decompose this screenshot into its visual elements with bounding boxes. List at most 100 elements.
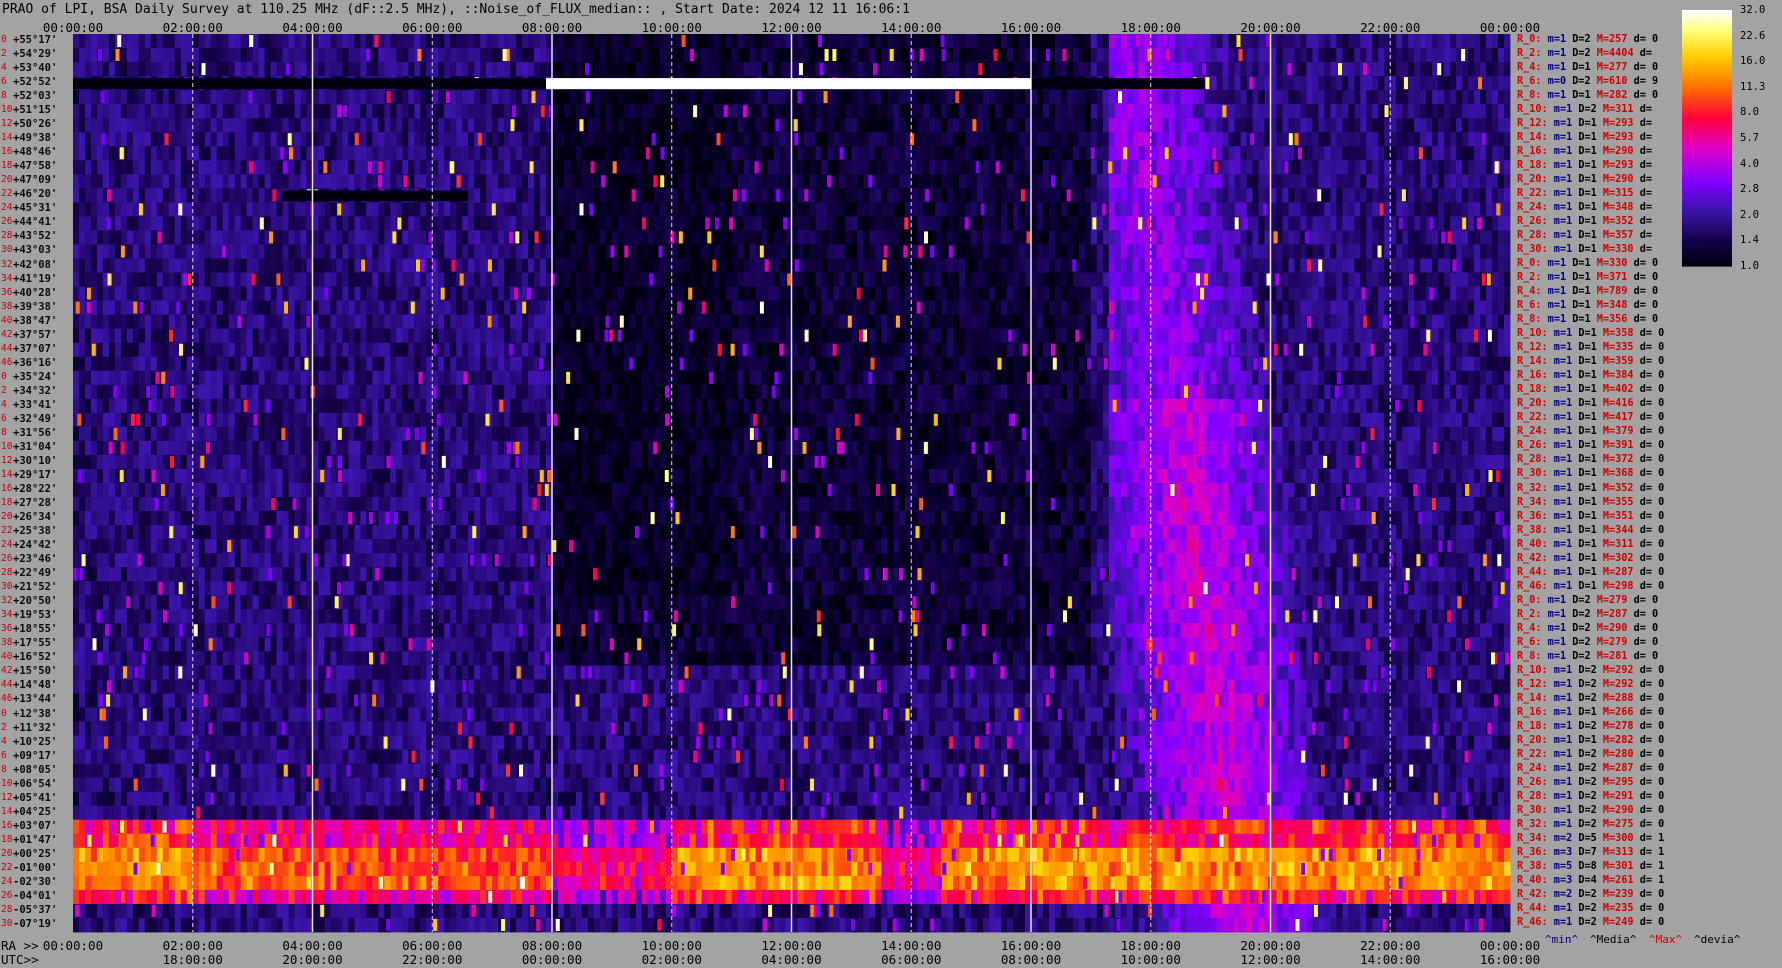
heatmap-cell <box>1060 174 1068 189</box>
heatmap-cell <box>258 132 265 147</box>
heatmap-cell <box>1168 188 1176 203</box>
heatmap-cell <box>1336 230 1343 245</box>
heatmap-cell <box>1198 118 1206 133</box>
heatmap-cell <box>581 174 589 189</box>
heatmap-cell <box>989 188 996 203</box>
heatmap-cell <box>432 244 439 259</box>
heatmap-cell <box>408 244 415 259</box>
heatmap-cell <box>893 230 900 245</box>
heatmap-cell <box>1060 104 1068 119</box>
heatmap-cell <box>1270 90 1277 105</box>
heatmap-cell <box>102 34 110 49</box>
heatmap-cell <box>1192 202 1200 217</box>
heatmap-cell <box>420 174 427 189</box>
heatmap-cell <box>749 48 756 63</box>
heatmap-cell <box>354 118 361 133</box>
heatmap-cell <box>492 160 499 175</box>
heatmap-cell <box>659 272 667 287</box>
heatmap-cell <box>611 314 619 330</box>
heatmap-cell <box>540 300 547 316</box>
heatmap-cell <box>611 258 619 273</box>
heatmap-cell <box>869 314 876 330</box>
heatmap-cell <box>1402 90 1409 105</box>
heatmap-cell <box>665 118 673 133</box>
heatmap-cell <box>911 202 918 217</box>
heatmap-cell <box>959 146 966 161</box>
heatmap-cell <box>923 62 930 77</box>
heatmap-cell <box>1450 244 1457 259</box>
heatmap-cell <box>432 90 439 105</box>
heatmap-cell <box>360 132 367 147</box>
heatmap-cell <box>1270 300 1277 316</box>
heatmap-cell <box>270 160 277 175</box>
heatmap-cell <box>773 300 780 316</box>
heatmap-cell <box>1084 174 1092 189</box>
heatmap-cell <box>1031 34 1038 49</box>
heatmap-cell <box>522 272 529 287</box>
heatmap-cell <box>228 174 236 189</box>
heatmap-cell <box>1240 90 1247 105</box>
heatmap-cell <box>677 216 685 231</box>
heatmap-cell <box>348 230 355 245</box>
heatmap-cell <box>1396 48 1403 63</box>
heatmap-cell <box>959 272 966 287</box>
heatmap-cell <box>575 34 583 49</box>
heatmap-cell <box>90 188 98 203</box>
heatmap-cell <box>989 216 996 231</box>
heatmap-cell <box>1031 202 1038 217</box>
heatmap-cell <box>791 146 798 161</box>
heatmap-cell <box>1432 272 1439 287</box>
heatmap-cell <box>935 258 942 273</box>
heatmap-cell <box>581 300 589 316</box>
heatmap-cell <box>456 216 463 231</box>
heatmap-cell <box>641 230 649 245</box>
heatmap-cell <box>414 146 421 161</box>
heatmap-cell <box>1228 202 1235 217</box>
heatmap-cell <box>1228 146 1235 161</box>
heatmap-cell <box>593 174 601 189</box>
heatmap-cell <box>851 202 858 217</box>
heatmap-cell <box>629 132 637 147</box>
heatmap-cell <box>102 286 110 301</box>
heatmap-cell <box>222 188 230 203</box>
heatmap-cell <box>731 174 739 189</box>
heatmap-cell <box>947 216 954 231</box>
heatmap-cell <box>953 118 960 133</box>
heatmap-cell <box>647 300 655 316</box>
heatmap-cell <box>1456 202 1463 217</box>
heatmap-cell <box>671 188 679 203</box>
heatmap-cell <box>396 90 403 105</box>
heatmap-cell <box>1390 216 1397 231</box>
heatmap-cell <box>701 160 709 175</box>
heatmap-cell <box>1366 216 1373 231</box>
heatmap-cell <box>84 62 92 77</box>
heatmap-cell <box>887 230 894 245</box>
heatmap-cell <box>983 300 990 316</box>
heatmap-cell <box>1384 230 1391 245</box>
heatmap-cell <box>1090 258 1098 273</box>
heatmap-cell <box>647 244 655 259</box>
heatmap-cell <box>1162 202 1170 217</box>
heatmap-cell <box>432 62 439 77</box>
heatmap-cell <box>611 272 619 287</box>
heatmap-cell <box>1456 146 1463 161</box>
heatmap-cell <box>935 286 942 301</box>
heatmap-cell <box>1300 258 1307 273</box>
heatmap-cell <box>162 286 170 301</box>
heatmap-cell <box>144 90 152 105</box>
heatmap-cell <box>1342 244 1349 259</box>
heatmap-cell <box>78 230 86 245</box>
heatmap-cell <box>1354 174 1361 189</box>
heatmap-cell <box>1216 258 1223 273</box>
heatmap-cell <box>1432 300 1439 316</box>
heatmap-cell <box>246 244 254 259</box>
heatmap-cell <box>1126 62 1134 77</box>
heatmap-cell <box>1252 188 1259 203</box>
heatmap-cell <box>557 34 565 49</box>
heatmap-cell <box>1324 62 1331 77</box>
heatmap-cell <box>552 48 559 63</box>
heatmap-cell <box>1288 160 1295 175</box>
heatmap-cell <box>402 90 409 105</box>
heatmap-cell <box>857 146 864 161</box>
heatmap-cell <box>1162 230 1170 245</box>
